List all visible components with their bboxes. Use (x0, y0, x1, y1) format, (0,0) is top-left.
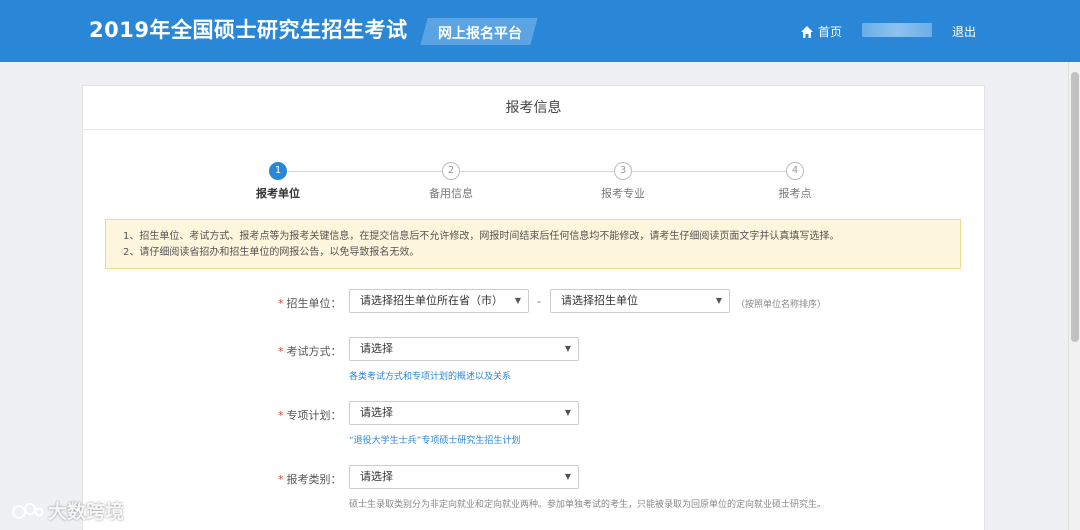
category-select[interactable]: 请选择 ▼ (349, 465, 579, 489)
chevron-down-icon: ▼ (564, 344, 571, 353)
notice-line-1: 1、招生单位、考试方式、报考点等为报考关键信息，在提交信息后不允许修改，网报时间… (123, 231, 840, 242)
step-4-label: 报考点 (778, 187, 812, 200)
required-mark: * (278, 297, 284, 310)
range-dash: - (537, 295, 541, 308)
notice-line-2: 2、请仔细阅读省招办和招生单位的网报公告，以免导致报名无效。 (123, 247, 420, 258)
username-redacted (862, 23, 932, 37)
chevron-down-icon: ▼ (564, 472, 571, 481)
province-select[interactable]: 请选择招生单位所在省（市） ▼ (349, 289, 529, 313)
step-3-label: 报考专业 (601, 187, 645, 200)
unit-select-value: 请选择招生单位 (561, 294, 638, 307)
step-connector (632, 171, 786, 172)
step-connector (460, 171, 614, 172)
step-4-circle: 4 (786, 162, 804, 180)
exam-mode-label: * 考试方式： (278, 345, 342, 358)
step-connector (288, 171, 442, 172)
notice-box: 1、招生单位、考试方式、报考点等为报考关键信息，在提交信息后不允许修改，网报时间… (105, 219, 961, 269)
watermark-logo-icon (12, 502, 44, 519)
exam-mode-select[interactable]: 请选择 ▼ (349, 337, 579, 361)
special-plan-value: 请选择 (360, 406, 393, 419)
chevron-down-icon: ▼ (564, 408, 571, 417)
special-plan-select[interactable]: 请选择 ▼ (349, 401, 579, 425)
chevron-down-icon: ▼ (715, 296, 722, 305)
home-icon (801, 25, 813, 38)
step-1-label: 报考单位 (256, 187, 300, 200)
unit-field-label: * 招生单位： (278, 297, 342, 310)
card-title: 报考信息 (83, 86, 984, 130)
special-plan-label: * 专项计划： (278, 409, 342, 422)
category-help-text: 硕士生录取类别分为非定向就业和定向就业两种。参加单独考试的考生，只能被录取为回原… (349, 500, 827, 510)
exam-mode-help-link[interactable]: 各类考试方式和专项计划的概述以及关系 (349, 369, 511, 382)
watermark: 大数跨境 (10, 497, 124, 524)
page-scrollbar[interactable] (1068, 62, 1080, 530)
special-plan-help-link[interactable]: “退役大学生士兵”专项硕士研究生招生计划 (349, 433, 520, 446)
chevron-down-icon: ▼ (514, 296, 521, 305)
step-2-label: 备用信息 (429, 187, 473, 200)
required-mark: * (278, 345, 284, 358)
category-label: * 报考类别： (278, 473, 342, 486)
step-1-circle: 1 (269, 162, 287, 180)
top-header: 2019年全国硕士研究生招生考试 网上报名平台 首页 退出 (0, 0, 1080, 62)
home-link[interactable]: 首页 (800, 23, 842, 40)
unit-select[interactable]: 请选择招生单位 ▼ (550, 289, 730, 313)
scrollbar-thumb[interactable] (1071, 72, 1079, 342)
step-2-circle: 2 (442, 162, 460, 180)
platform-label: 网上报名平台 (438, 26, 522, 42)
logout-link[interactable]: 退出 (952, 23, 976, 40)
home-label: 首页 (818, 25, 843, 39)
watermark-text: 大数跨境 (48, 501, 125, 523)
required-mark: * (278, 409, 284, 422)
category-value: 请选择 (360, 470, 393, 483)
step-3-circle: 3 (614, 162, 632, 180)
province-select-value: 请选择招生单位所在省（市） (360, 294, 503, 307)
required-mark: * (278, 473, 284, 486)
exam-mode-value: 请选择 (360, 342, 393, 355)
registration-card: 报考信息 (82, 85, 985, 530)
unit-sort-hint: （按照单位名称排序） (736, 300, 827, 310)
site-title: 2019年全国硕士研究生招生考试 (89, 18, 408, 42)
